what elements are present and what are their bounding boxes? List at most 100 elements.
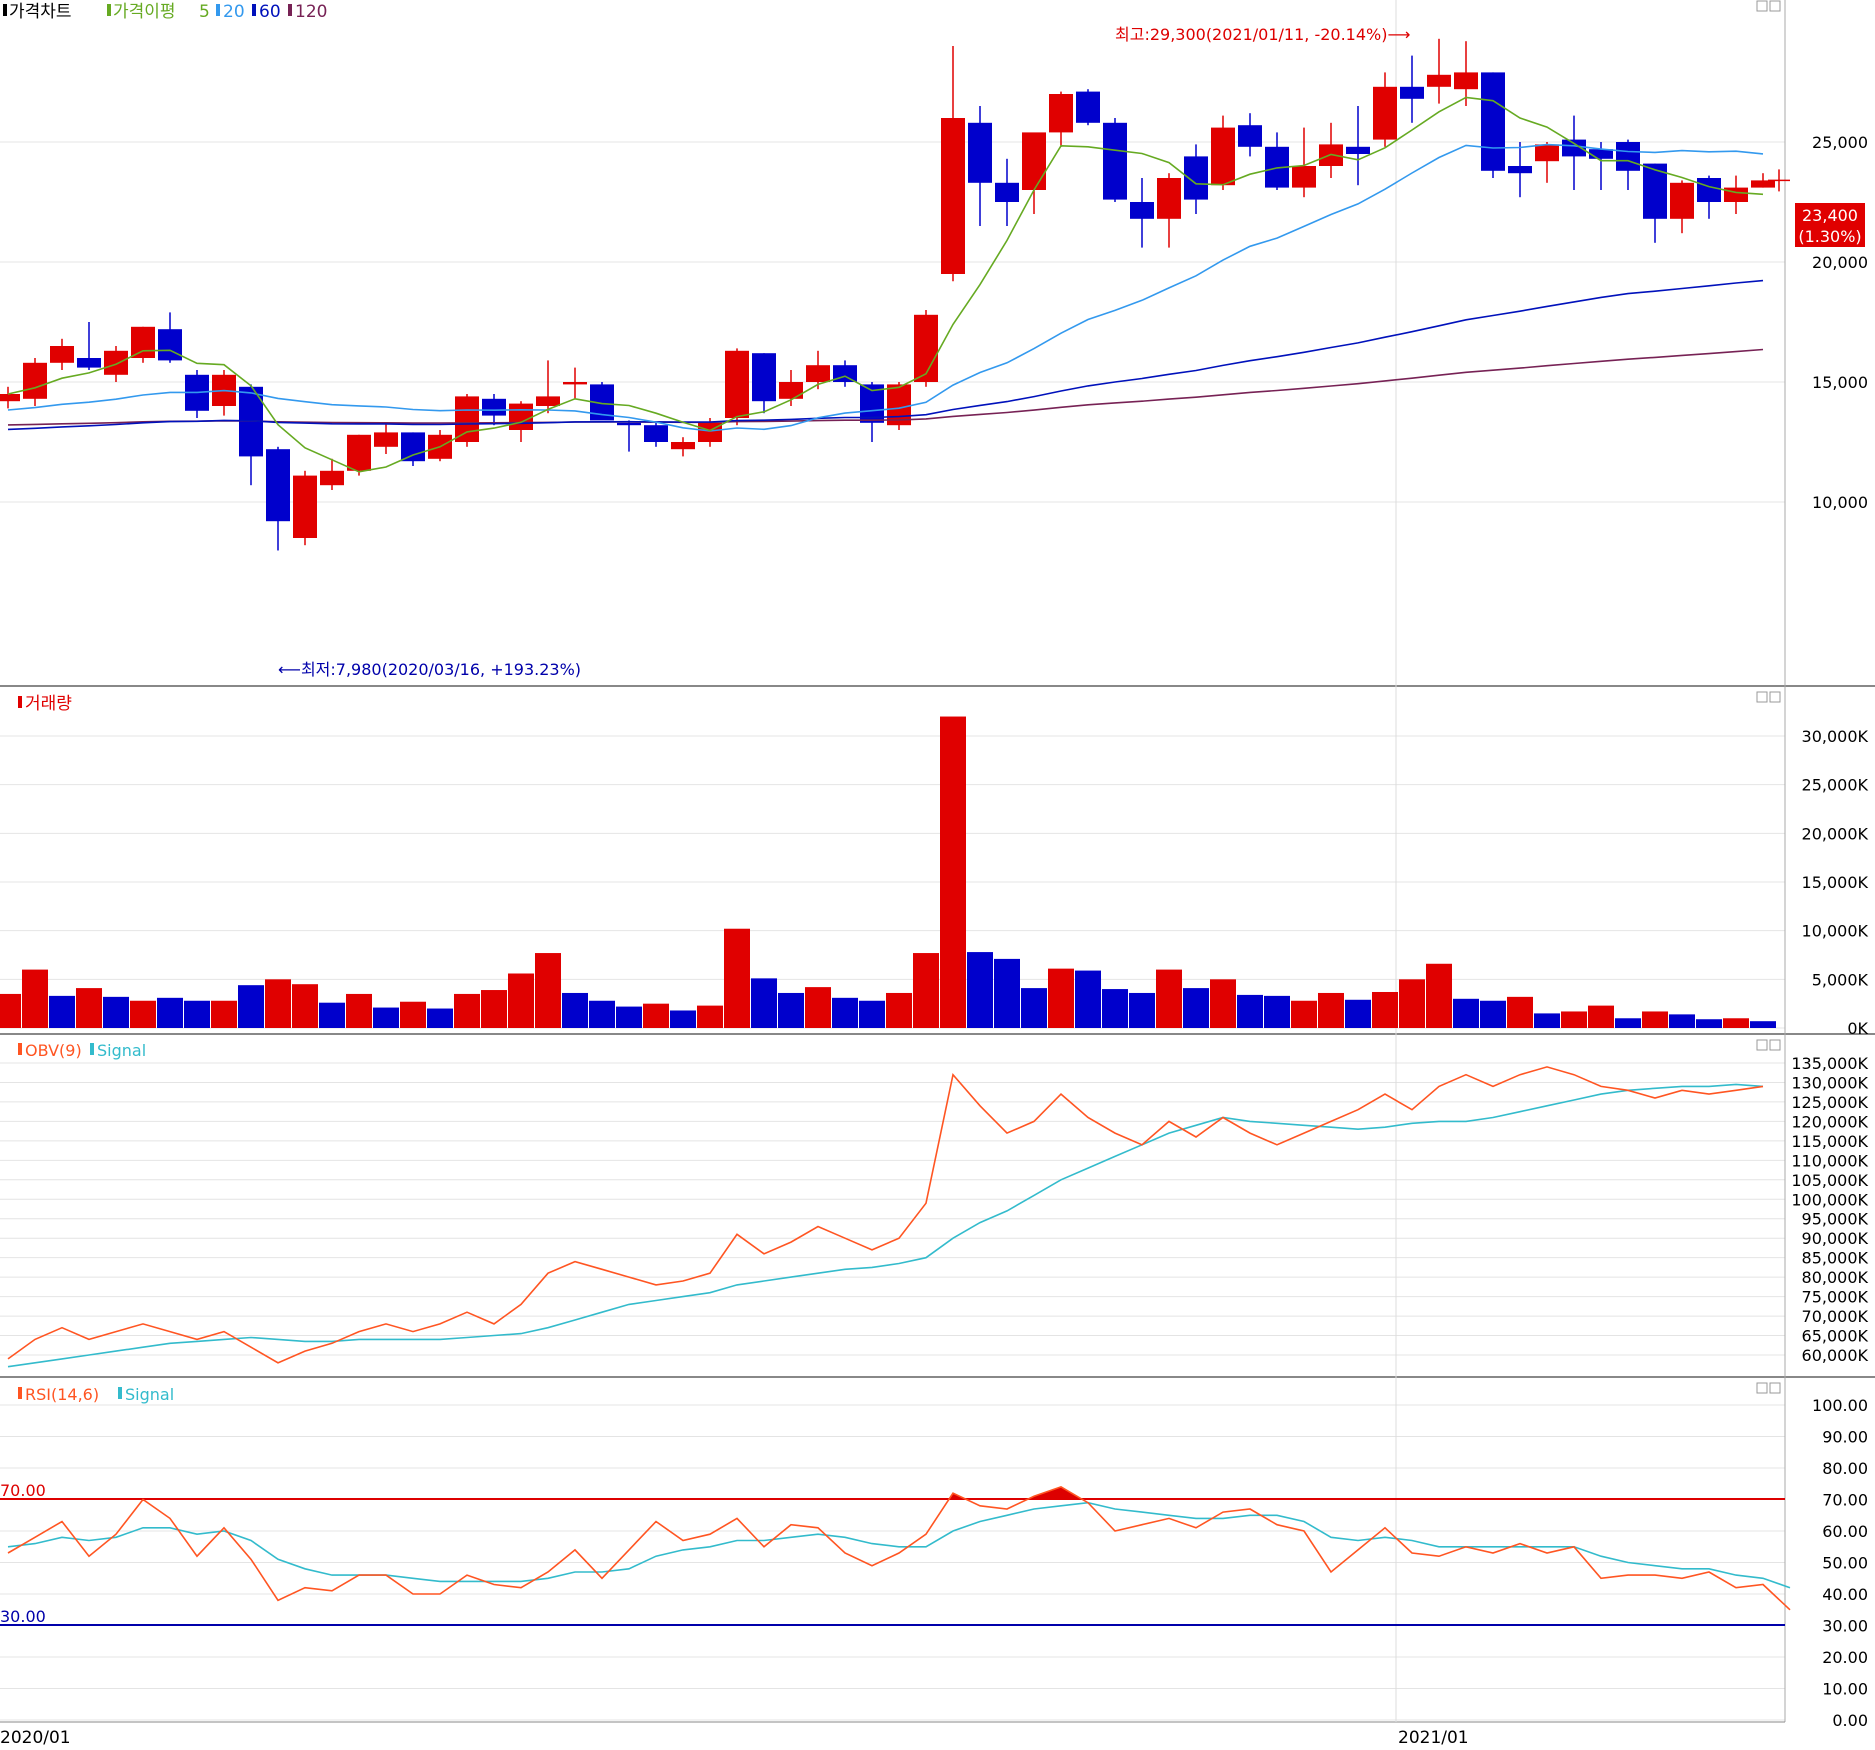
candle-body <box>266 449 290 522</box>
obv-tick-label: 75,000K <box>1802 1288 1869 1307</box>
legend-marker <box>3 4 7 16</box>
close-icon[interactable] <box>1769 691 1781 703</box>
candle <box>1697 175 1721 219</box>
candle-body <box>347 434 371 471</box>
candle <box>833 360 857 387</box>
x-axis-label-2020: 2020/01 <box>0 1728 71 1748</box>
candle <box>671 437 695 457</box>
volume-bar <box>76 988 102 1028</box>
rsi-legend-signal: Signal <box>125 1385 174 1404</box>
rsi-tick-label: 0.00 <box>1832 1711 1868 1730</box>
volume-bar <box>1669 1014 1695 1028</box>
legend-ma120: 120 <box>295 2 327 22</box>
candle <box>1211 115 1235 190</box>
obv-tick-label: 80,000K <box>1802 1268 1869 1287</box>
ma60-line <box>7 279 1764 431</box>
rsi-tick-label: 100.00 <box>1812 1396 1868 1415</box>
candle-body <box>1130 202 1154 219</box>
candle-body <box>995 182 1019 202</box>
volume-bar <box>1588 1005 1614 1028</box>
stock-chart: 70.00 30.00 25,000 20,000 15,000 10,000 30,0… <box>0 0 1875 1748</box>
candle <box>617 420 641 452</box>
volume-bar <box>1615 1018 1641 1028</box>
close-icon[interactable] <box>1769 1382 1781 1394</box>
grid-layer <box>0 141 1785 1721</box>
volume-bar <box>778 992 804 1028</box>
candle-body <box>131 326 155 358</box>
candle <box>725 348 749 426</box>
volume-bar <box>1426 963 1452 1028</box>
candle <box>941 46 965 282</box>
volume-bar <box>1372 991 1398 1028</box>
candle <box>914 310 938 387</box>
volume-bar <box>1264 995 1290 1028</box>
volume-legend-label: 거래량 <box>25 694 72 714</box>
price-candles <box>0 38 1790 551</box>
obv-legend: OBV(9) Signal <box>18 1041 146 1060</box>
candle-body <box>77 358 101 368</box>
price-tick-label: 20,000 <box>1812 253 1868 272</box>
volume-bar <box>1075 970 1101 1028</box>
volume-bar <box>562 992 588 1028</box>
candle-body <box>1049 94 1073 133</box>
candle <box>50 338 74 370</box>
candle-body <box>968 122 992 183</box>
volume-bar <box>1453 998 1479 1028</box>
legend-price-label: 가격차트 <box>9 2 72 22</box>
legend-marker <box>107 4 111 16</box>
rsi-legend-main: RSI(14,6) <box>25 1385 99 1404</box>
x-axis-label-2021: 2021/01 <box>1398 1728 1469 1748</box>
volume-bar <box>1507 996 1533 1028</box>
obv-line <box>7 1066 1764 1364</box>
candle-body <box>914 314 938 382</box>
ma20-line <box>7 143 1764 432</box>
candle-body <box>455 396 479 442</box>
close-icon[interactable] <box>1769 1039 1781 1051</box>
rsi-70-label: 70.00 <box>0 1481 46 1500</box>
candle-body <box>23 362 47 399</box>
rsi-tick-label: 30.00 <box>1822 1617 1868 1636</box>
volume-bar <box>1345 999 1371 1028</box>
candle <box>995 158 1019 226</box>
candle-body <box>671 442 695 450</box>
candle <box>1319 122 1343 178</box>
candle <box>1643 163 1667 243</box>
candle-body <box>320 470 344 486</box>
candle-body <box>536 396 560 406</box>
candle-body <box>779 382 803 399</box>
candle <box>1049 91 1073 147</box>
volume-tick-label: 25,000K <box>1802 776 1869 795</box>
volume-bar <box>1480 1000 1506 1028</box>
candle-body <box>806 365 830 382</box>
candle-body <box>1022 132 1046 190</box>
candle <box>212 370 236 416</box>
candle-body <box>1535 144 1559 162</box>
minimize-icon[interactable] <box>1756 0 1768 12</box>
volume-bar <box>481 990 507 1028</box>
volume-bar <box>130 1000 156 1028</box>
candle <box>1724 175 1748 214</box>
minimize-icon[interactable] <box>1756 1382 1768 1394</box>
candle-body <box>1616 142 1640 171</box>
candle <box>1427 38 1451 104</box>
candle <box>1670 180 1694 234</box>
rsi-tick-label: 60.00 <box>1822 1522 1868 1541</box>
volume-bar <box>238 985 264 1028</box>
candle-body <box>1724 187 1748 202</box>
volume-bar <box>670 1010 696 1028</box>
close-icon[interactable] <box>1769 0 1781 12</box>
candle-body <box>1157 178 1181 219</box>
volume-tick-label: 30,000K <box>1802 727 1869 746</box>
volume-bar <box>1129 992 1155 1028</box>
legend-ma5: 5 <box>199 2 210 22</box>
minimize-icon[interactable] <box>1756 691 1768 703</box>
candle-body <box>1481 72 1505 171</box>
candle-body <box>1427 74 1451 87</box>
candle-body <box>401 432 425 462</box>
volume-bar <box>346 993 372 1028</box>
candle <box>239 384 263 486</box>
rsi-tick-label: 80.00 <box>1822 1459 1868 1478</box>
obv-tick-label: 85,000K <box>1802 1249 1869 1268</box>
minimize-icon[interactable] <box>1756 1039 1768 1051</box>
volume-tick-label: 20,000K <box>1802 824 1869 843</box>
